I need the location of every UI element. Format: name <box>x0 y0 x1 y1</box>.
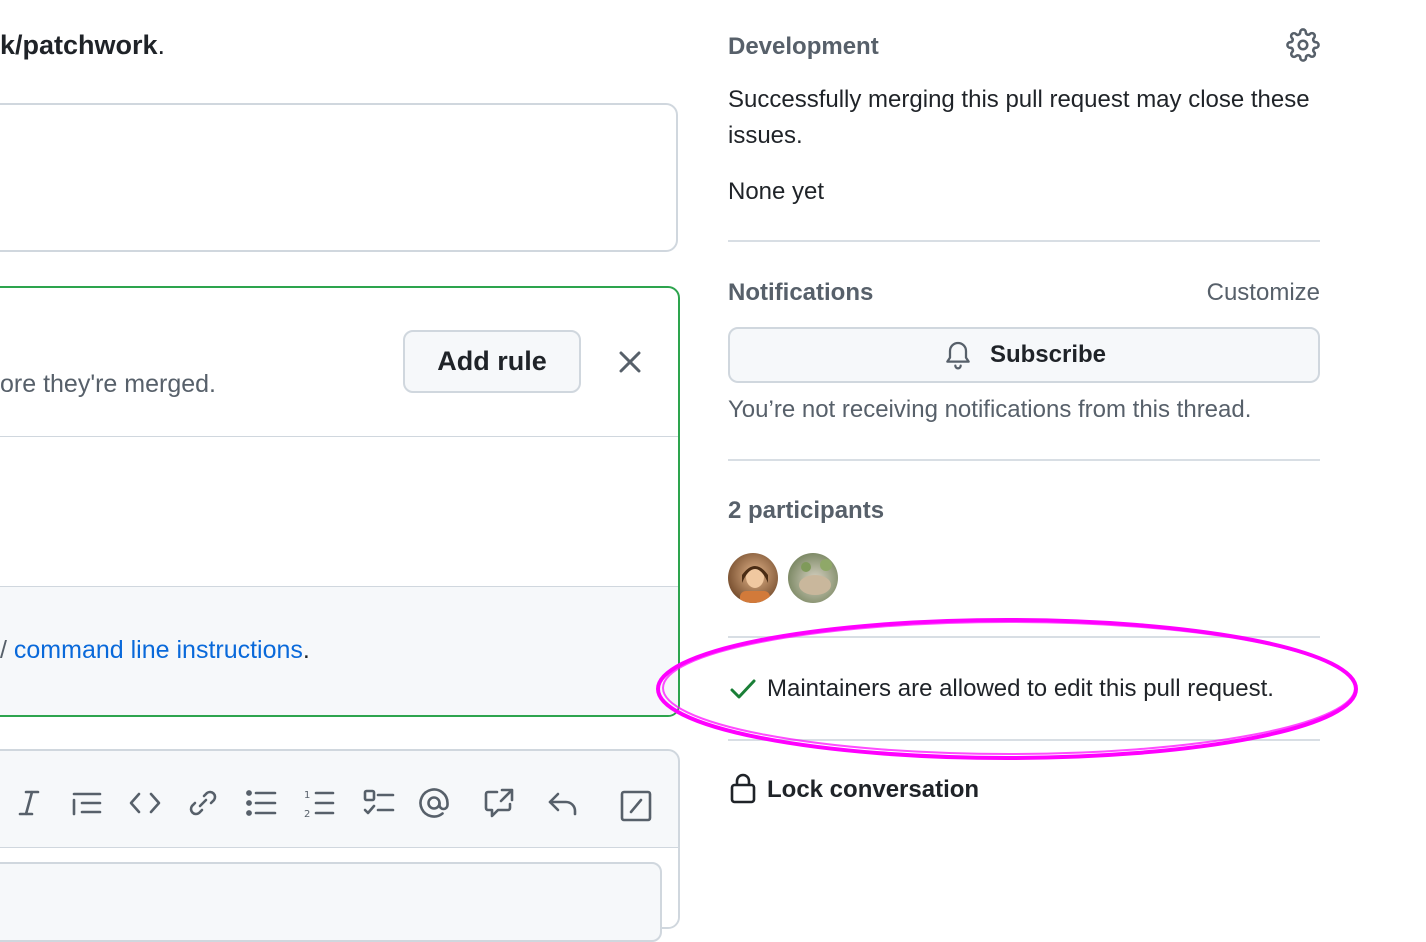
ordered-list-icon[interactable]: 12 <box>302 786 336 820</box>
subscribe-button[interactable]: Subscribe <box>728 327 1320 383</box>
italic-icon[interactable] <box>12 786 46 820</box>
development-title: Development <box>728 33 879 60</box>
svg-text:1: 1 <box>304 790 310 801</box>
branch-protection-hint: ore they're merged. <box>0 370 216 398</box>
participants-title: 2 participants <box>728 497 885 524</box>
link-icon[interactable] <box>186 786 220 820</box>
development-none: None yet <box>728 178 825 205</box>
lock-icon[interactable] <box>729 772 757 804</box>
command-line-hint: / command line instructions. <box>0 636 310 664</box>
description-box <box>0 103 678 252</box>
divider <box>728 459 1320 461</box>
cross-reference-icon[interactable] <box>482 786 516 820</box>
notification-status: You’re not receiving notifications from … <box>728 396 1252 423</box>
gear-icon[interactable] <box>1286 28 1320 62</box>
unordered-list-icon[interactable] <box>244 786 278 820</box>
comment-textarea[interactable] <box>0 862 662 942</box>
task-list-icon[interactable] <box>362 786 396 820</box>
avatar[interactable] <box>786 551 840 605</box>
customize-link[interactable]: Customize <box>1207 279 1320 307</box>
close-icon[interactable] <box>612 344 648 380</box>
bell-icon <box>942 339 974 371</box>
code-icon[interactable] <box>128 786 162 820</box>
quote-icon[interactable] <box>70 786 104 820</box>
avatar[interactable] <box>726 551 780 605</box>
repo-path[interactable]: k/patchwork. <box>0 30 165 61</box>
lock-conversation-link[interactable]: Lock conversation <box>767 776 979 804</box>
slash-command-icon[interactable] <box>619 789 653 823</box>
notifications-title: Notifications <box>728 279 874 306</box>
reply-icon[interactable] <box>546 786 580 820</box>
command-line-instructions-link[interactable]: command line instructions <box>14 636 303 664</box>
check-icon <box>728 674 758 704</box>
divider <box>728 240 1320 242</box>
maintainers-edit-notice: Maintainers are allowed to edit this pul… <box>767 675 1274 702</box>
mention-icon[interactable] <box>417 786 451 820</box>
repo-path-link[interactable]: k/patchwork <box>0 30 158 60</box>
divider <box>728 636 1320 638</box>
svg-text:2: 2 <box>304 809 310 820</box>
development-description: Successfully merging this pull request m… <box>728 86 1310 149</box>
add-rule-button[interactable]: Add rule <box>403 330 581 393</box>
divider <box>728 739 1320 741</box>
